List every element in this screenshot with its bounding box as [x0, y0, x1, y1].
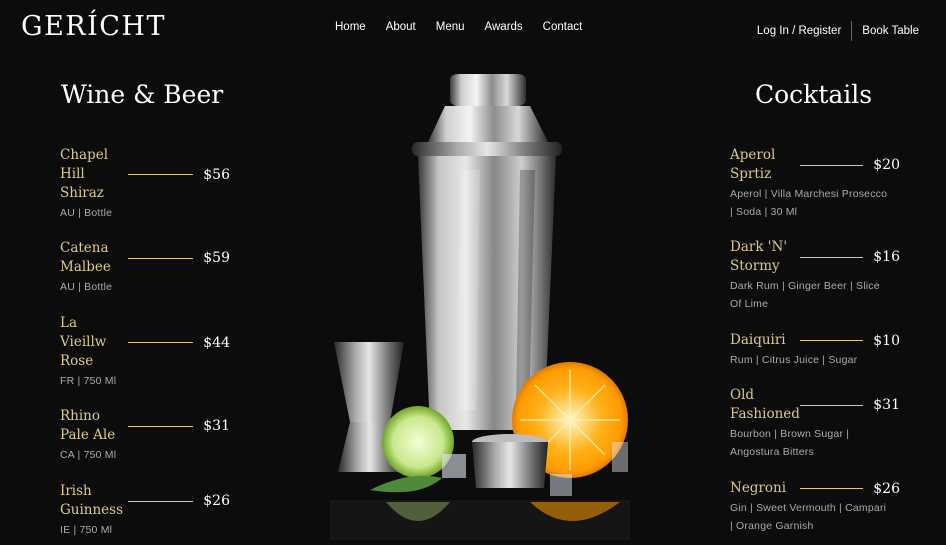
cocktail-item-divider — [800, 256, 864, 258]
cocktail-item-divider — [800, 488, 864, 489]
cocktail-item-desc: Rum | Citrus Juice | Sugar — [730, 354, 858, 366]
cocktail-item: Aperol Sprtiz $20 Aperol | Villa Marches… — [730, 146, 900, 221]
wine-item-name: La Vieillw Rose — [60, 315, 107, 369]
wine-item: Irish Guinness $26 IE | 750 Ml — [60, 482, 230, 539]
cocktail-item-desc: Dark Rum | Ginger Beer | Slice Of Lime — [730, 280, 880, 310]
nav-awards[interactable]: Awards — [485, 21, 523, 33]
wine-item-price: $44 — [203, 334, 230, 351]
book-table-link[interactable]: Book Table — [862, 25, 919, 37]
cocktail-item-divider — [800, 340, 864, 341]
brand-logo[interactable]: GERÍCHT — [21, 11, 166, 42]
wine-beer-title: Wine & Beer — [61, 80, 224, 109]
cocktail-item-name: Daiquiri — [730, 332, 786, 348]
cocktail-item-price: $20 — [873, 157, 900, 173]
cocktail-shaker-image — [330, 70, 630, 540]
cocktail-item-name: Old Fashioned — [730, 387, 800, 422]
cocktail-item-desc: Bourbon | Brown Sugar | Angostura Bitter… — [730, 428, 850, 458]
wine-item-divider — [128, 174, 194, 175]
auth-links: Log In / Register Book Table — [757, 21, 919, 41]
cocktail-item-name: Dark 'N' Stormy — [730, 239, 788, 274]
wine-item: Chapel Hill Shiraz $56 AU | Bottle — [60, 146, 230, 222]
nav-contact[interactable]: Contact — [543, 21, 583, 33]
cocktail-item-name: Negroni — [730, 480, 787, 496]
cocktail-item: Old Fashioned $31 Bourbon | Brown Sugar … — [730, 386, 900, 461]
wine-item-desc: IE | 750 Ml — [60, 524, 113, 536]
shaker-illustration — [330, 74, 630, 540]
wine-item: La Vieillw Rose $44 FR | 750 Ml — [60, 314, 230, 390]
cocktail-item-price: $16 — [873, 249, 900, 265]
cocktail-item: Daiquiri $10 Rum | Citrus Juice | Sugar — [730, 331, 900, 369]
wine-item-divider — [128, 342, 194, 343]
wine-item-price: $59 — [203, 250, 230, 266]
login-register-link[interactable]: Log In / Register — [757, 25, 841, 37]
cocktail-item-desc: Gin | Sweet Vermouth | Campari | Orange … — [730, 502, 887, 532]
wine-item-desc: AU | Bottle — [60, 281, 113, 293]
cocktail-item: Dark 'N' Stormy $16 Dark Rum | Ginger Be… — [730, 238, 900, 313]
wine-item-divider — [128, 425, 194, 427]
main-nav: Home About Menu Awards Contact — [335, 21, 602, 33]
wine-item-divider — [128, 500, 194, 502]
wine-item: Rhino Pale Ale $31 CA | 750 Ml — [60, 407, 230, 464]
wine-item-name: Rhino Pale Ale — [60, 408, 116, 443]
cocktail-item-price: $10 — [873, 332, 900, 349]
cocktail-item-divider — [800, 404, 864, 406]
wine-item-price: $26 — [203, 493, 230, 509]
cocktails-title: Cocktails — [755, 80, 873, 109]
cocktail-item-divider — [800, 164, 864, 166]
auth-divider — [851, 21, 853, 41]
cocktail-item-price: $31 — [873, 397, 900, 413]
wine-item-price: $56 — [203, 166, 230, 183]
wine-item-name: Irish Guinness — [60, 483, 124, 518]
cocktail-item: Negroni $26 Gin | Sweet Vermouth | Campa… — [730, 479, 900, 535]
wine-item-price: $31 — [203, 418, 230, 434]
nav-home[interactable]: Home — [335, 21, 366, 33]
wine-item-desc: AU | Bottle — [60, 207, 113, 219]
nav-about[interactable]: About — [386, 21, 416, 33]
wine-item-desc: FR | 750 Ml — [60, 375, 117, 387]
nav-menu[interactable]: Menu — [436, 21, 465, 33]
cocktail-item-price: $26 — [873, 480, 900, 497]
cocktail-item-desc: Aperol | Villa Marchesi Prosecco | Soda … — [730, 188, 888, 218]
wine-item-name: Catena Malbee — [60, 240, 111, 275]
wine-item-name: Chapel Hill Shiraz — [60, 147, 109, 201]
wine-item-desc: CA | 750 Ml — [60, 449, 117, 461]
cocktail-item-name: Aperol Sprtiz — [730, 147, 776, 182]
wine-item-divider — [128, 257, 194, 259]
wine-item: Catena Malbee $59 AU | Bottle — [60, 239, 230, 296]
